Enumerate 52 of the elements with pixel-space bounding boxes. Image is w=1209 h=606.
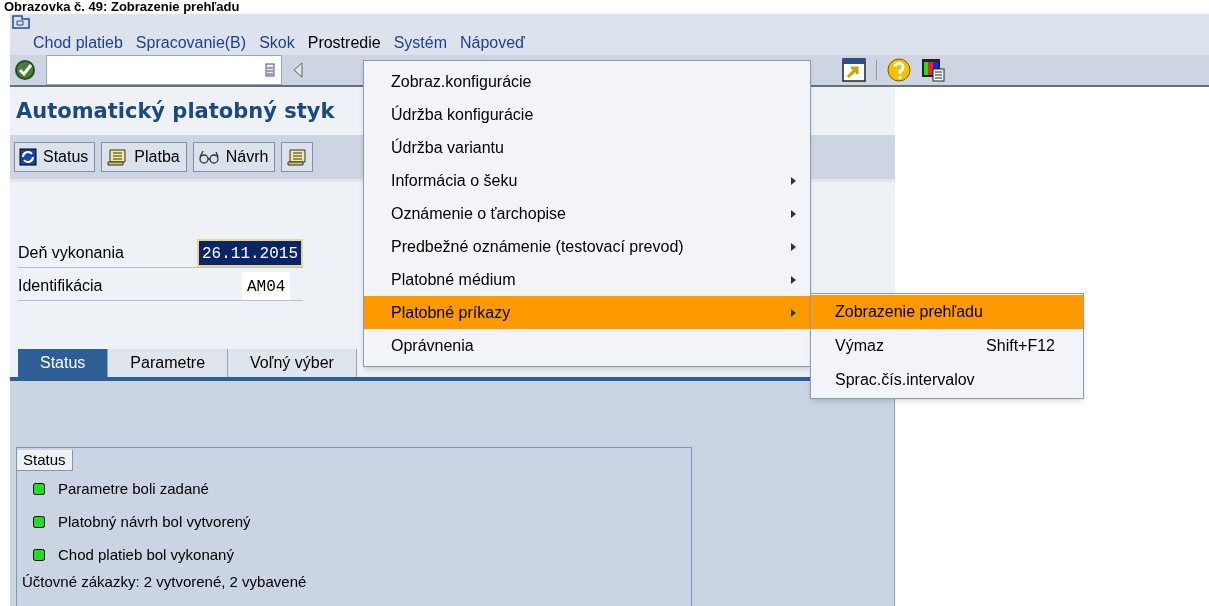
glasses-icon <box>197 149 220 165</box>
tab[interactable]: Parametre <box>108 349 229 377</box>
toolbar-button[interactable]: Platba <box>101 142 187 172</box>
menu-entry[interactable]: Oprávnenia <box>364 329 810 362</box>
screen-title: Automatický platobný styk <box>16 98 335 125</box>
toolbar-button[interactable]: Návrh <box>192 142 276 172</box>
shortcut-text: Shift+F12 <box>986 336 1055 356</box>
window-menu-icon[interactable] <box>12 15 30 29</box>
refresh-icon <box>19 148 37 166</box>
menu-entry[interactable]: Informácia o šeku <box>364 164 810 197</box>
history-icon[interactable] <box>265 63 275 77</box>
menu-item[interactable]: Spracovanie(B) <box>135 31 247 55</box>
menu-entry[interactable]: Platobné médium <box>364 263 810 296</box>
menu-item[interactable]: Systém <box>393 31 447 55</box>
figure-caption: Obrazovka č. 49: Zobrazenie prehľadu <box>3 0 240 14</box>
scroll-icon <box>286 148 309 166</box>
toolbar-button[interactable] <box>281 142 314 172</box>
menu-entry[interactable]: Údržba konfigurácie <box>364 98 810 131</box>
status-text: Platobný návrh bol vytvorený <box>58 511 251 532</box>
field-label: Identifikácia <box>18 276 104 296</box>
layout-icon[interactable] <box>921 58 945 82</box>
group-title: Status <box>17 450 73 471</box>
command-field[interactable] <box>46 55 282 85</box>
menu-entry[interactable]: Predbežné oznámenie (testovací prevod) <box>364 230 810 263</box>
summary-text: Účtovné zákazky: 2 vytvorené, 2 vybavené <box>21 573 308 591</box>
help-icon[interactable] <box>887 58 911 82</box>
menu-entry[interactable]: Zobrazenie prehľadu <box>811 295 1083 329</box>
menu-entry[interactable]: Platobné príkazy <box>364 296 810 329</box>
menu-item[interactable]: Chod platieb <box>33 31 123 55</box>
menu-entry[interactable]: Oznámenie o ťarchopise <box>364 197 810 230</box>
status-light-icon <box>33 483 45 495</box>
menu-entry[interactable]: Sprac.čís.intervalov <box>811 363 1083 397</box>
menu-entry[interactable]: Údržba variantu <box>364 131 810 164</box>
menu-item[interactable]: Nápoveď <box>459 31 525 55</box>
tab[interactable]: Voľný výber <box>228 349 357 377</box>
scroll-icon <box>106 148 129 166</box>
shortcut-icon[interactable] <box>842 58 866 82</box>
status-text: Chod platieb bol vykonaný <box>58 544 234 565</box>
menu-entry[interactable]: Zobraz.konfigurácie <box>364 65 810 98</box>
checkmark-icon[interactable] <box>14 59 36 81</box>
input-field[interactable]: AM04 <box>242 272 291 300</box>
toolbar-button[interactable]: Status <box>14 142 96 172</box>
back-icon[interactable] <box>292 62 304 78</box>
menu-entry[interactable]: Výmaz Shift+F12 <box>811 329 1083 363</box>
status-text: Parametre boli zadané <box>58 478 209 499</box>
tab[interactable]: Status <box>18 349 109 377</box>
menu-item[interactable]: Skok <box>259 31 295 55</box>
menu-item[interactable]: Prostredie <box>307 31 381 55</box>
status-light-icon <box>33 549 45 561</box>
status-light-icon <box>33 516 45 528</box>
field-label: Deň vykonania <box>18 243 125 263</box>
input-field[interactable]: 26.11.2015 <box>197 239 303 267</box>
